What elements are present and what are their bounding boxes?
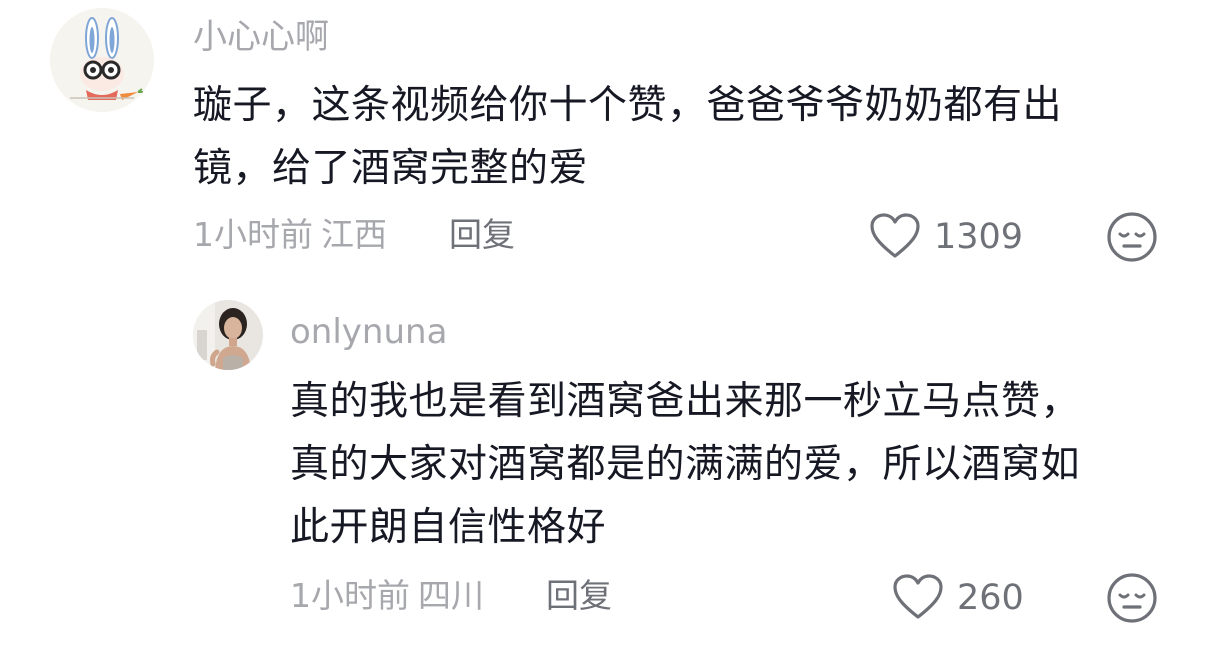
user-photo-avatar-image [193,300,263,370]
location: 江西 [321,215,387,254]
avatar[interactable] [50,8,154,112]
comment-text-line: 真的我也是看到酒窝爸出来那一秒立马点赞， [290,379,1081,424]
reply-button[interactable]: 回复 [449,215,515,255]
comment-text-line: 真的大家对酒窝都是的满满的爱，所以酒窝如 [290,442,1081,487]
like-count: 1309 [934,217,1024,257]
comment-text: 真的我也是看到酒窝爸出来那一秒立马点赞， 真的大家对酒窝都是的满满的爱，所以酒窝… [290,370,1170,559]
reply-button[interactable]: 回复 [546,576,612,616]
location: 四川 [418,576,484,615]
username[interactable]: 小心心啊 [193,17,329,57]
comment-text-line: 璇子，这条视频给你十个赞，爸爸爷爷奶奶都有出 [193,83,1063,128]
comment-text-line: 此开朗自信性格好 [290,505,607,550]
comment-text-line: 镜，给了酒窝完整的爱 [193,146,589,191]
bunny-avatar-image [50,8,154,112]
timestamp: 1小时前 [290,576,410,615]
heart-outline-icon[interactable] [869,212,921,264]
avatar[interactable] [193,300,263,370]
timestamp: 1小时前 [193,215,313,254]
heart-outline-icon[interactable] [892,573,944,625]
neutral-face-icon[interactable] [1106,211,1158,267]
comment-meta: 1小时前 江西 [193,215,387,255]
username[interactable]: onlynuna [290,312,447,352]
neutral-face-icon[interactable] [1106,572,1158,628]
comment-text: 璇子，这条视频给你十个赞，爸爸爷爷奶奶都有出 镜，给了酒窝完整的爱 [193,74,1153,200]
comment-meta: 1小时前 四川 [290,576,484,616]
like-count: 260 [957,578,1024,618]
